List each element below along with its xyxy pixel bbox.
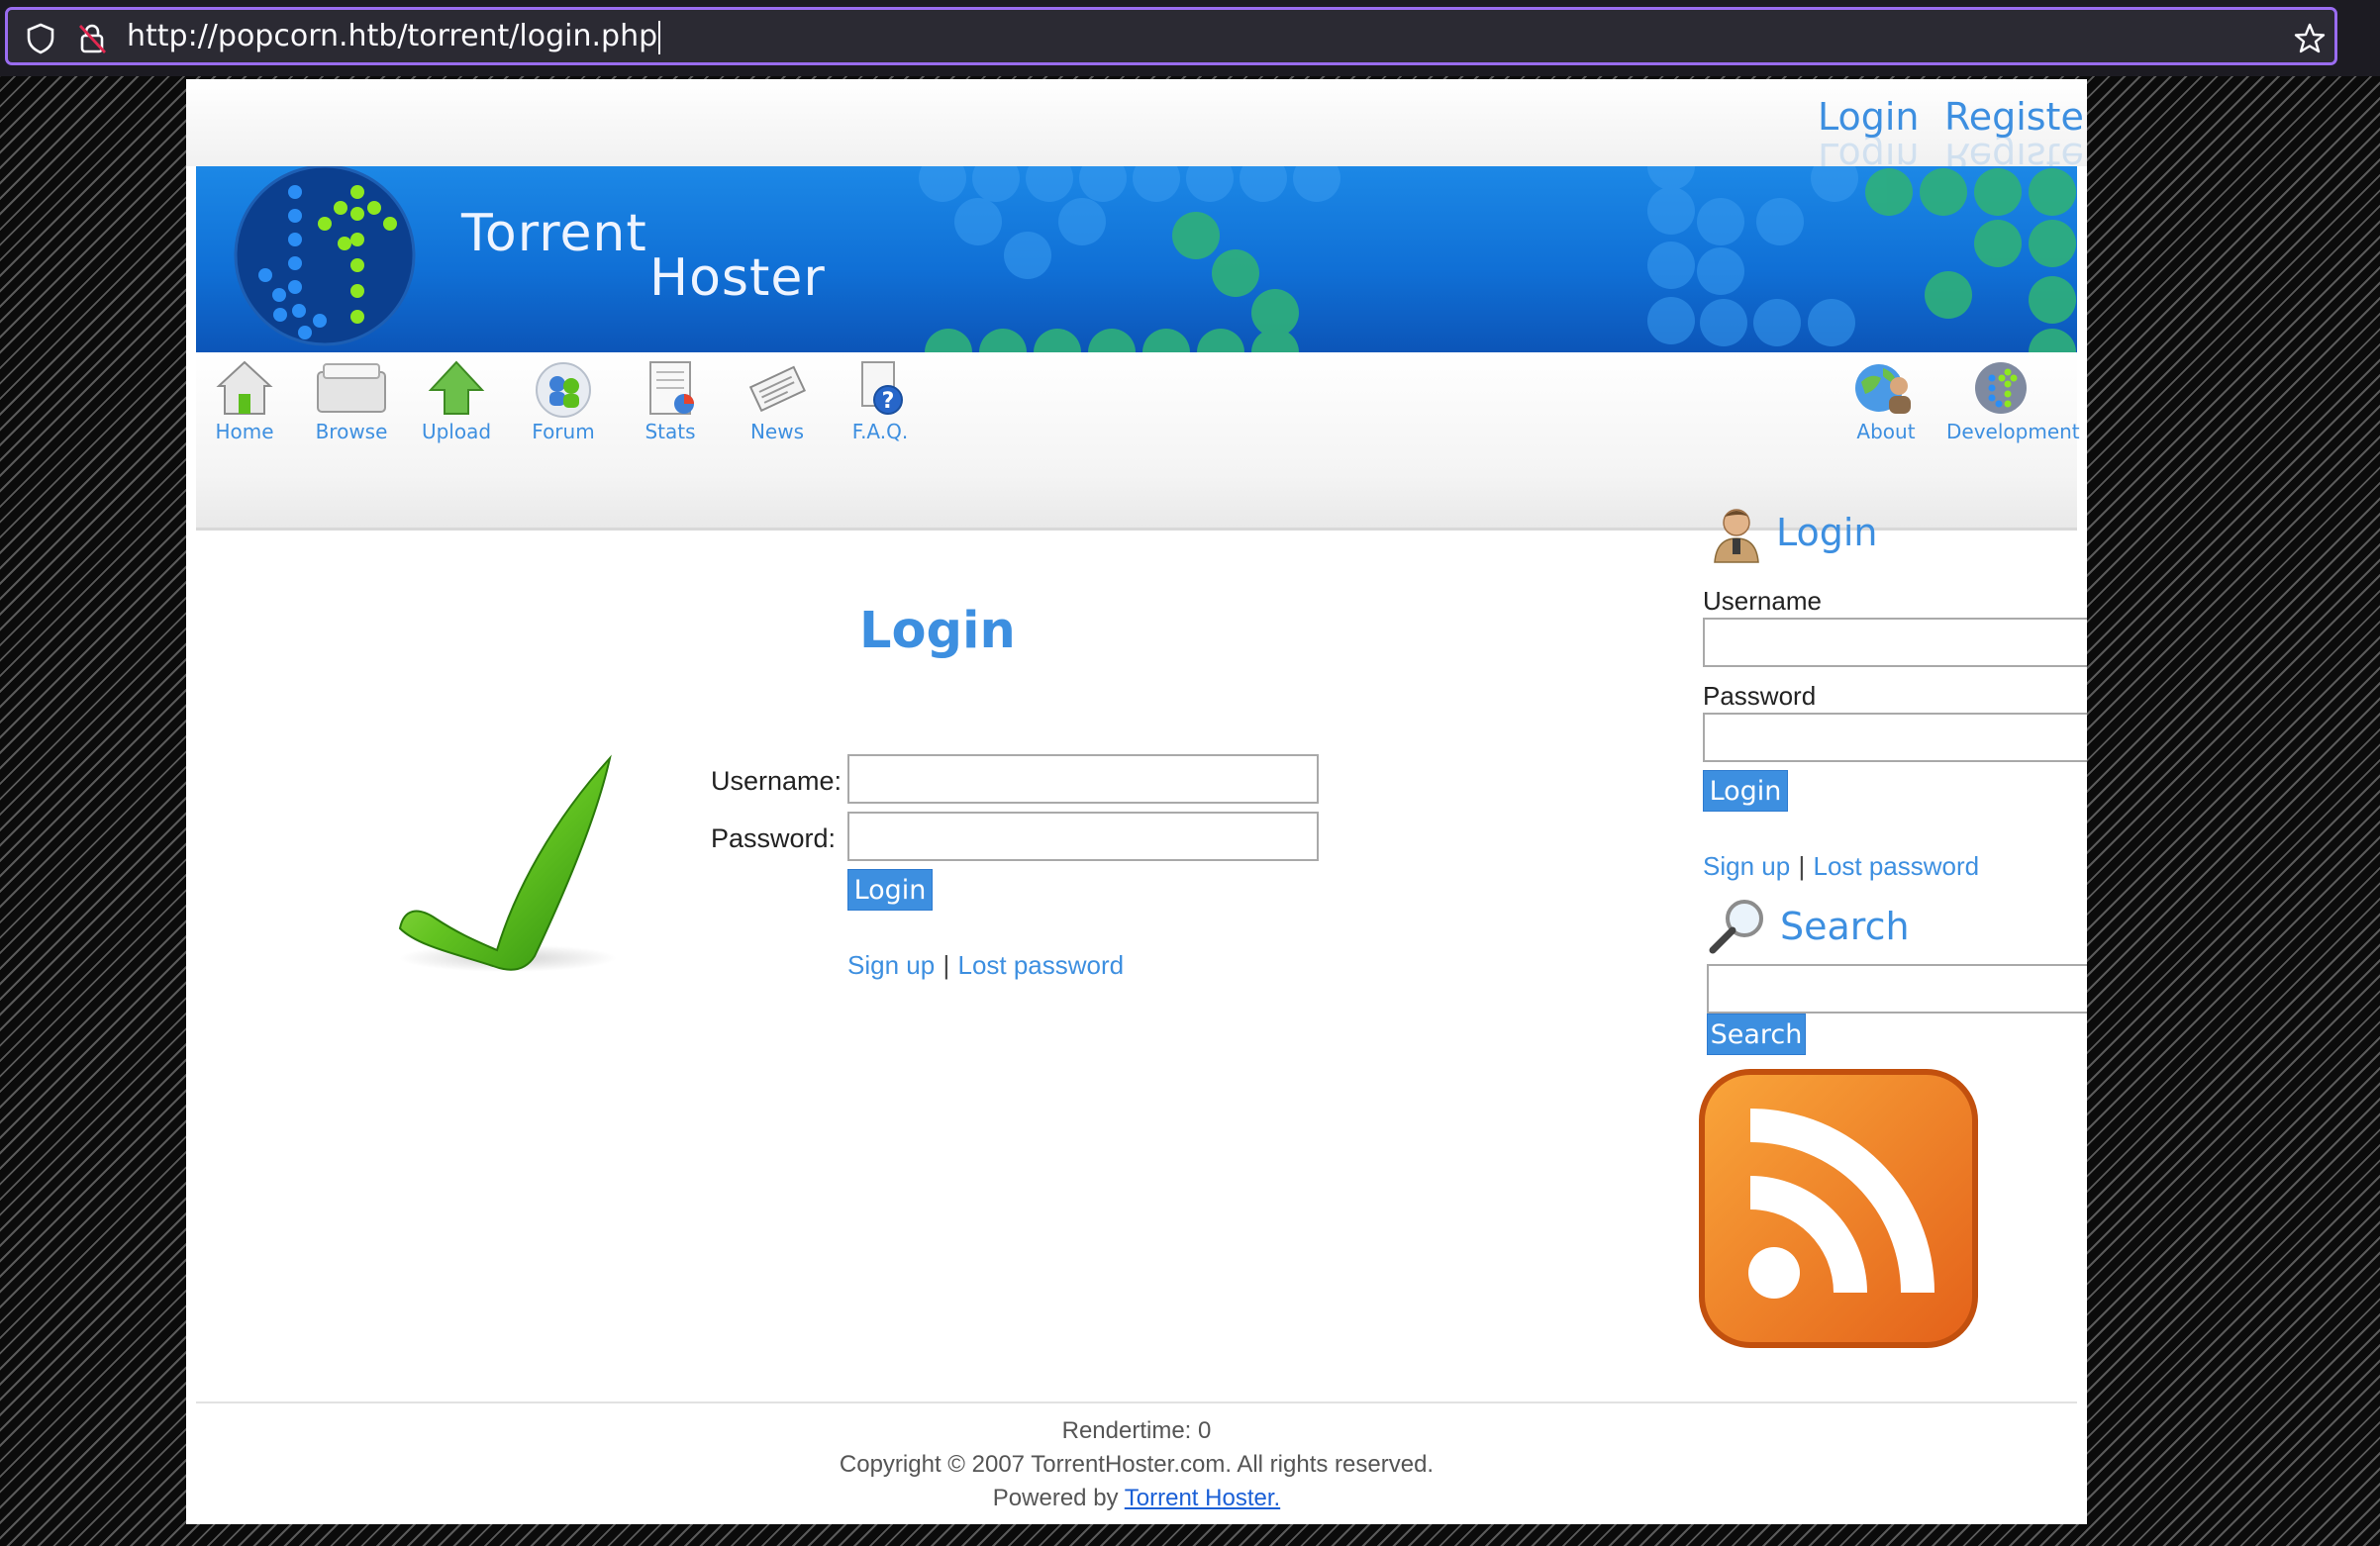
url-bar[interactable]: http://popcorn.htb/torrent/login.php [5,7,2337,65]
nav-label: Forum [532,420,595,443]
footer-divider [196,1401,2077,1403]
main-account-links: Sign up | Lost password [847,950,1124,981]
top-bar: Login Login Register Register [186,79,2087,178]
torrent-hoster-link[interactable]: Torrent Hoster. [1125,1485,1280,1511]
search-button[interactable]: Search [1707,1014,1806,1055]
sidebar-lost-password-link[interactable]: Lost password [1813,851,1979,881]
nav-label: About [1856,420,1916,443]
nav-label: Stats [645,420,696,443]
nav-label: F.A.Q. [851,420,909,443]
page-title: Login [859,602,1016,660]
nav-label: Upload [421,420,492,443]
copyright-text: Copyright © 2007 TorrentHoster.com. All … [839,1451,1435,1478]
lost-password-link[interactable]: Lost password [957,950,1124,980]
main-nav: Home Browse Upload Forum Stats News ? F.… [196,352,2080,531]
brand-title-line1: Torrent [461,204,647,263]
nav-item-development[interactable]: Development [1946,352,2080,451]
nav-item-faq[interactable]: ? F.A.Q. [826,352,935,451]
forum-users-icon [509,358,618,418]
sidebar-password-input[interactable] [1703,713,2087,762]
password-input[interactable] [847,812,1319,861]
faq-help-icon: ? [826,358,935,418]
nav-label: News [749,420,805,443]
login-button[interactable]: Login [847,869,933,911]
nav-item-news[interactable]: News [723,352,832,451]
web-page: Login Login Register Register Torrent Ho… [186,79,2087,1524]
nav-item-home[interactable]: Home [190,352,299,451]
url-text[interactable]: http://popcorn.htb/torrent/login.php [127,10,661,62]
nav-label: Home [215,420,274,443]
sidebar-password-label: Password [1703,681,1817,711]
username-label: Username: [711,766,843,796]
user-login-icon [1711,505,1766,570]
browser-toolbar: http://popcorn.htb/torrent/login.php [0,0,2380,76]
sidebar-signup-link[interactable]: Sign up [1703,851,1790,881]
sidebar-account-links: Sign up | Lost password [1703,851,1979,882]
password-label: Password: [711,823,837,853]
upload-arrow-icon [402,358,511,418]
brand-title-line2: Hoster [649,248,826,308]
top-register-link[interactable]: Register Register [1944,95,2087,178]
home-icon [190,358,299,418]
rendertime-text: Rendertime: 0 [1061,1417,1212,1444]
link-separator: | [1798,851,1806,881]
sidebar-username-input[interactable] [1703,618,2087,667]
stats-chart-icon [616,358,725,418]
link-separator: | [942,950,950,980]
powered-by: Powered by Torrent Hoster. [186,1485,2087,1512]
username-input[interactable] [847,754,1319,804]
nav-item-stats[interactable]: Stats [616,352,725,451]
newspaper-icon [723,358,832,418]
nav-label: Development [1946,420,2080,443]
sidebar-username-label: Username [1703,586,1822,616]
nav-item-forum[interactable]: Forum [509,352,618,451]
nav-item-about[interactable]: About [1832,352,1940,451]
rss-feed-icon[interactable] [1695,1065,1982,1356]
sidebar-login-heading: Login [1776,511,1878,554]
svg-text:?: ? [882,389,895,414]
nav-item-browse[interactable]: Browse [297,352,406,451]
signup-link[interactable]: Sign up [847,950,935,980]
checkmark-icon [394,742,622,984]
text-caret [658,20,661,54]
nav-item-upload[interactable]: Upload [402,352,511,451]
sidebar-login-button[interactable]: Login [1703,770,1788,812]
shield-icon[interactable] [24,22,57,55]
search-input[interactable] [1707,964,2087,1014]
magnifier-search-icon [1707,895,1770,960]
sidebar-search-heading: Search [1780,905,1910,948]
insecure-lock-icon[interactable] [75,22,109,55]
development-globe-icon [1946,358,2055,418]
powered-by-prefix: Powered by [992,1485,1119,1511]
bookmark-star-icon[interactable] [2293,22,2327,55]
about-globe-icon [1832,358,1940,418]
folder-icon [297,358,406,418]
top-login-link[interactable]: Login Login [1818,95,1920,178]
nav-label: Browse [315,420,388,443]
site-banner: Torrent Hoster [196,166,2077,352]
